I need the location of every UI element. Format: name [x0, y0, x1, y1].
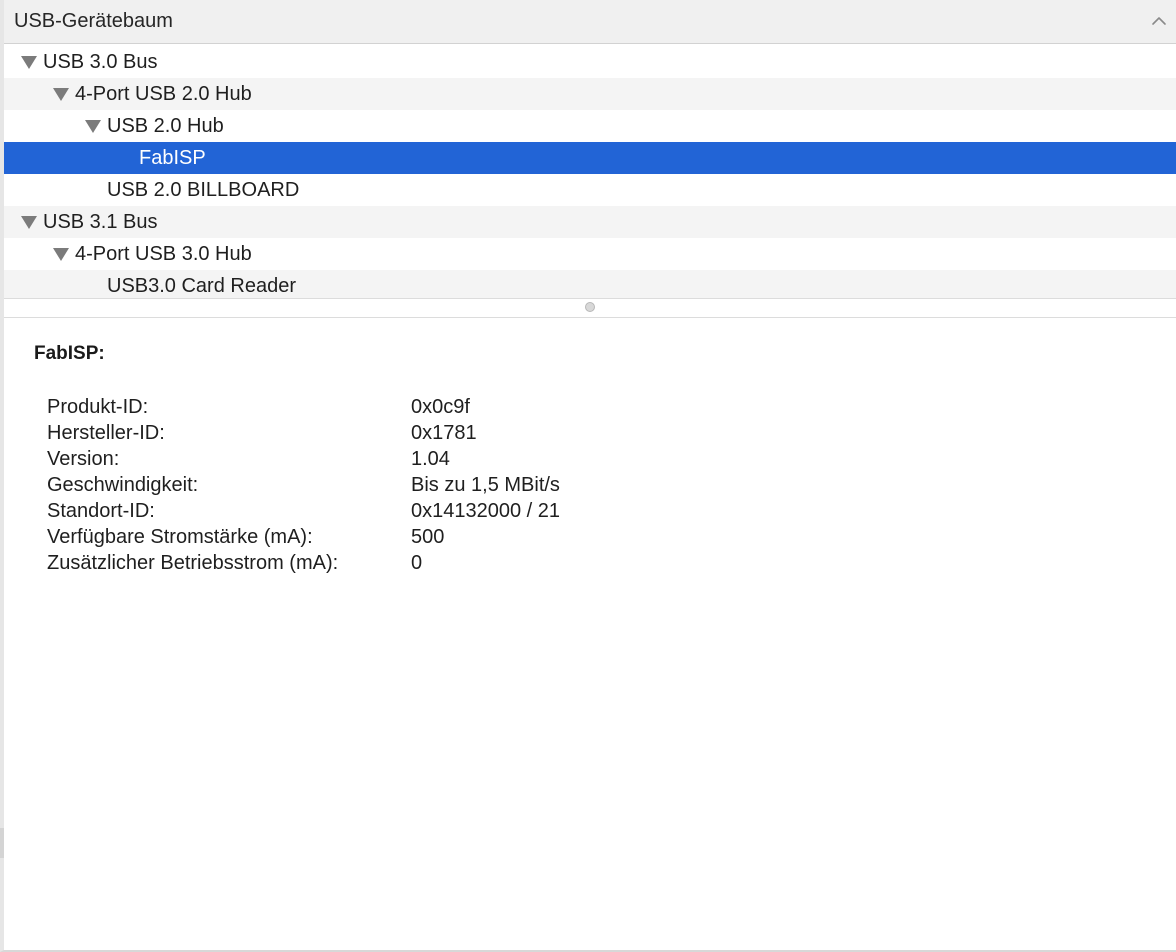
tree-row-label: USB 3.1 Bus [43, 211, 158, 233]
tree-row-4-port-usb-2-0-hub[interactable]: 4-Port USB 2.0 Hub [4, 78, 1176, 110]
disclosure-triangle-icon[interactable] [53, 248, 69, 261]
property-key: Zusätzlicher Betriebsstrom (mA): [47, 552, 339, 574]
tree-row-usb3-0-card-reader[interactable]: USB3.0 Card Reader [4, 270, 1176, 298]
property-value: 0x1781 [411, 422, 477, 444]
device-details-pane: FabISP: Produkt-ID: 0x0c9f Hersteller-ID… [4, 318, 1176, 948]
property-value: 500 [411, 526, 445, 548]
property-value: Bis zu 1,5 MBit/s [411, 474, 560, 496]
tree-row-label: USB 3.0 Bus [43, 51, 158, 73]
tree-row-label: USB3.0 Card Reader [107, 275, 296, 297]
property-key: Geschwindigkeit: [47, 474, 199, 496]
section-header[interactable]: USB-Gerätebaum [4, 0, 1176, 44]
device-tree: USB 3.0 Bus 4-Port USB 2.0 Hub USB 2.0 H… [4, 46, 1176, 298]
disclosure-triangle-icon[interactable] [53, 88, 69, 101]
property-key: Produkt-ID: [47, 396, 149, 418]
tree-row-4-port-usb-3-0-hub[interactable]: 4-Port USB 3.0 Hub [4, 238, 1176, 270]
tree-row-fabisp[interactable]: FabISP [4, 142, 1176, 174]
usb-device-tree-window: USB-Gerätebaum USB 3.0 Bus 4-Port USB 2.… [0, 0, 1176, 952]
tree-row-label: FabISP [139, 147, 206, 169]
section-title: USB-Gerätebaum [14, 10, 173, 32]
property-value: 1.04 [411, 448, 450, 470]
property-key: Version: [47, 448, 120, 470]
tree-row-label: 4-Port USB 2.0 Hub [75, 83, 252, 105]
disclosure-triangle-icon[interactable] [21, 56, 37, 69]
tree-row-usb-2-0-hub[interactable]: USB 2.0 Hub [4, 110, 1176, 142]
property-key: Verfügbare Stromstärke (mA): [47, 526, 313, 548]
disclosure-triangle-icon[interactable] [21, 216, 37, 229]
disclosure-triangle-icon[interactable] [85, 120, 101, 133]
property-value: 0x14132000 / 21 [411, 500, 561, 522]
tree-row-usb-3-1-bus[interactable]: USB 3.1 Bus [4, 206, 1176, 238]
property-value: 0x0c9f [411, 396, 470, 418]
property-value: 0 [411, 552, 423, 574]
split-handle-icon[interactable] [585, 302, 595, 312]
tree-row-label: 4-Port USB 3.0 Hub [75, 243, 252, 265]
property-key: Hersteller-ID: [47, 422, 165, 444]
tree-row-usb-2-0-billboard[interactable]: USB 2.0 BILLBOARD [4, 174, 1176, 206]
details-title: FabISP: [34, 343, 105, 364]
split-view-divider[interactable] [4, 298, 1176, 318]
tree-row-label: USB 2.0 Hub [107, 115, 224, 137]
chevron-up-icon[interactable] [1148, 10, 1170, 32]
tree-row-label: USB 2.0 BILLBOARD [107, 179, 300, 201]
property-key: Standort-ID: [47, 500, 155, 522]
tree-row-usb-3-0-bus[interactable]: USB 3.0 Bus [4, 46, 1176, 78]
